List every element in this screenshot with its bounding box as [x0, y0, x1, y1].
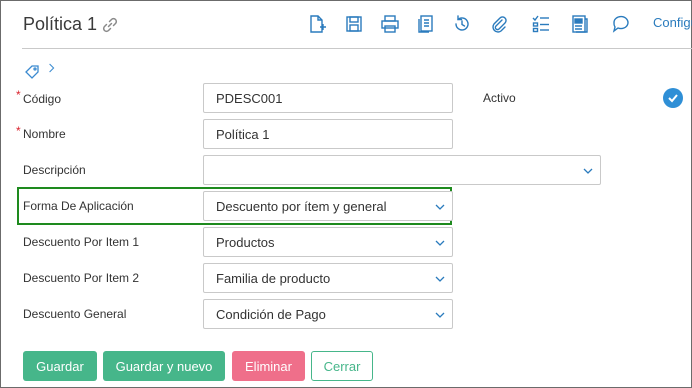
save-and-new-button[interactable]: Guardar y nuevo: [103, 351, 225, 381]
descripcion-label: Descripción: [23, 163, 86, 177]
page-title-area: Política 1: [23, 14, 119, 35]
close-button[interactable]: Cerrar: [311, 351, 373, 381]
descuento-item-2-label: Descuento Por Item 2: [23, 271, 140, 285]
report-icon[interactable]: [569, 12, 591, 36]
print-icon[interactable]: [379, 12, 401, 36]
save-icon[interactable]: [343, 12, 365, 36]
check-icon: [668, 94, 678, 103]
activo-label: Activo: [483, 91, 516, 105]
codigo-label: Código: [23, 92, 62, 106]
tag-icon[interactable]: [24, 64, 40, 80]
comment-icon[interactable]: [610, 12, 632, 36]
nombre-input[interactable]: Política 1: [203, 119, 453, 149]
config-link[interactable]: Configu: [653, 15, 692, 30]
descuento-general-label: Descuento General: [23, 307, 127, 321]
nombre-label: Nombre: [23, 127, 66, 141]
chevron-down-icon: [435, 204, 445, 210]
page-title: Política 1: [23, 14, 98, 34]
codigo-value: PDESC001: [216, 90, 283, 106]
descuento-item-2-select[interactable]: Familia de producto: [203, 263, 453, 293]
forma-aplicacion-value: Descuento por ítem y general: [216, 198, 387, 214]
chevron-down-icon: [435, 312, 445, 318]
new-document-icon[interactable]: [306, 12, 328, 36]
descuento-item-1-value: Productos: [216, 234, 275, 250]
descuento-item-1-label: Descuento Por Item 1: [23, 235, 140, 249]
history-icon[interactable]: [451, 12, 473, 36]
copy-icon[interactable]: [415, 12, 437, 36]
descuento-item-1-select[interactable]: Productos: [203, 227, 453, 257]
descuento-item-2-value: Familia de producto: [216, 270, 331, 286]
chevron-down-icon: [583, 168, 593, 174]
chevron-down-icon: [435, 276, 445, 282]
link-icon[interactable]: [101, 16, 119, 34]
chevron-down-icon: [435, 240, 445, 246]
codigo-input[interactable]: PDESC001: [203, 83, 453, 113]
header-divider: [22, 48, 692, 49]
checklist-icon[interactable]: [530, 12, 552, 36]
descuento-general-select[interactable]: Condición de Pago: [203, 299, 453, 329]
forma-aplicacion-label: Forma De Aplicación: [23, 199, 134, 213]
required-marker: *: [16, 88, 21, 102]
chevron-right-icon[interactable]: [48, 62, 56, 77]
descuento-general-value: Condición de Pago: [216, 306, 326, 322]
delete-button[interactable]: Eliminar: [232, 351, 305, 381]
save-button[interactable]: Guardar: [23, 351, 97, 381]
descripcion-select[interactable]: [203, 155, 601, 185]
required-marker: *: [16, 124, 21, 138]
nombre-value: Política 1: [216, 126, 270, 142]
forma-aplicacion-select[interactable]: Descuento por ítem y general: [203, 191, 453, 221]
activo-checkbox[interactable]: [663, 88, 683, 108]
attachment-icon[interactable]: [488, 12, 510, 36]
